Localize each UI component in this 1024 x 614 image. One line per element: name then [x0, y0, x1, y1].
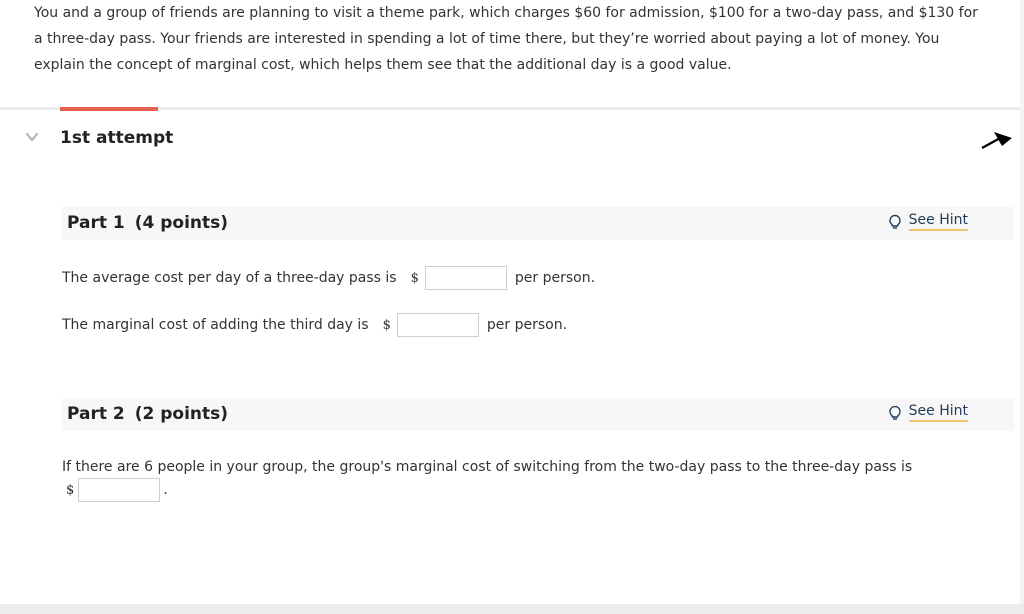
part1-header: Part 1 (4 points) See Hint	[62, 207, 1014, 240]
part1-points: (4 points)	[134, 213, 229, 233]
q2-text: The marginal cost of adding the third da…	[62, 317, 369, 333]
lightbulb-icon	[889, 214, 901, 229]
part1-title: Part 1 (4 points)	[67, 213, 228, 233]
scroll-edge	[1020, 0, 1024, 614]
part2-name: Part 2	[67, 404, 125, 424]
problem-intro: You and a group of friends are planning …	[34, 5, 978, 73]
part2-question-text: If there are 6 people in your group, the…	[62, 459, 913, 475]
part2-see-hint-link[interactable]: See Hint	[888, 403, 968, 422]
part2-title: Part 2 (2 points)	[67, 404, 228, 424]
part1-hint-label[interactable]: See Hint	[908, 212, 968, 231]
lightbulb-icon	[889, 405, 901, 420]
part2-currency: $	[66, 482, 75, 498]
q2-currency: $	[382, 317, 391, 333]
part2-answer-row: $ .	[62, 478, 168, 502]
q1-answer-input[interactable]	[424, 266, 507, 290]
part2-header: Part 2 (2 points) See Hint	[62, 398, 1014, 431]
part1-question-2: The marginal cost of adding the third da…	[62, 313, 567, 337]
part1-name: Part 1	[67, 213, 125, 233]
q1-unit: per person.	[514, 270, 596, 286]
part2-period: .	[163, 482, 168, 498]
q1-text: The average cost per day of a three-day …	[62, 270, 397, 286]
q2-unit: per person.	[486, 317, 568, 333]
bottom-divider	[0, 604, 1024, 614]
q2-answer-input[interactable]	[396, 313, 479, 337]
part2-hint-label[interactable]: See Hint	[908, 403, 968, 422]
attempt-title[interactable]: 1st attempt	[60, 128, 173, 148]
part1-question-1: The average cost per day of a three-day …	[62, 266, 595, 290]
q1-currency: $	[410, 270, 419, 286]
part2-points: (2 points)	[134, 404, 229, 424]
part2-answer-input[interactable]	[78, 478, 161, 502]
arrow-cursor-icon	[981, 132, 1012, 150]
part1-see-hint-link[interactable]: See Hint	[888, 212, 968, 231]
chevron-down-icon[interactable]	[24, 130, 40, 144]
active-tab-indicator	[60, 107, 158, 111]
